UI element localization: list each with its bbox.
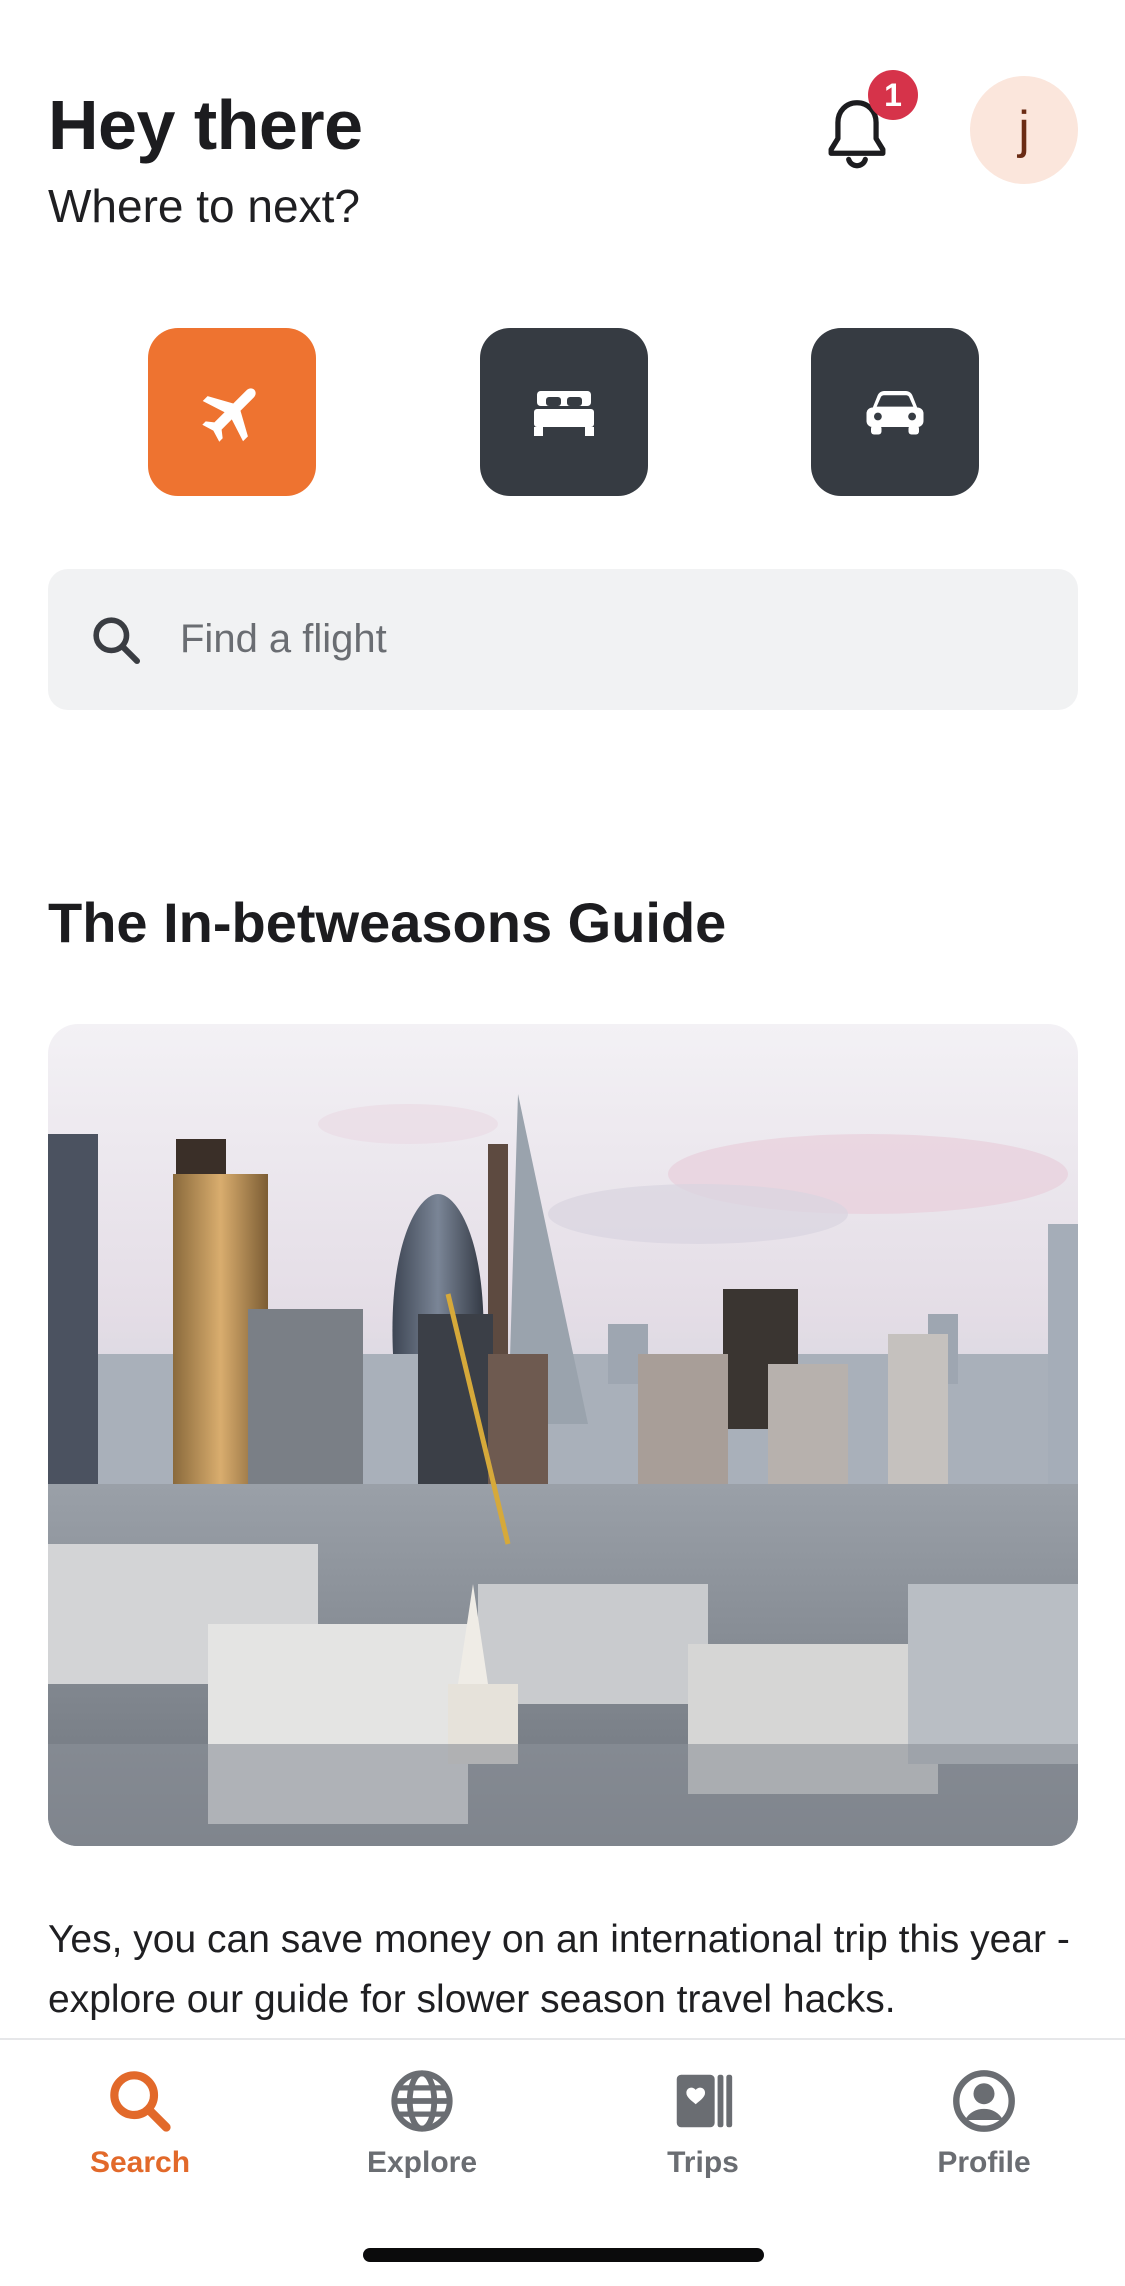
greeting-subtitle: Where to next? — [48, 180, 360, 232]
guide-hero-image[interactable] — [48, 1024, 1078, 1846]
bed-icon — [534, 391, 594, 436]
car-icon — [866, 391, 924, 435]
notification-badge: 1 — [868, 70, 918, 120]
city-skyline-photo — [48, 1024, 1078, 1846]
guide-section-title: The In-betweasons Guide — [48, 891, 727, 954]
search-icon — [110, 2071, 171, 2132]
flights-category-button[interactable] — [148, 328, 316, 496]
tab-explore[interactable]: Explore — [322, 2066, 522, 2180]
hotels-category-button[interactable] — [480, 328, 648, 496]
flight-search-field[interactable]: Find a flight — [48, 569, 1078, 710]
travel-category-row — [0, 328, 1125, 496]
search-icon — [93, 616, 141, 664]
greeting-title: Hey there — [48, 86, 363, 164]
home-indicator — [363, 2248, 764, 2262]
cars-category-button[interactable] — [811, 328, 979, 496]
tab-profile[interactable]: Profile — [884, 2066, 1084, 2180]
profile-icon — [953, 2070, 1015, 2132]
search-placeholder: Find a flight — [180, 617, 387, 661]
tab-label: Explore — [366, 2146, 478, 2179]
guide-description: Yes, you can save money on an internatio… — [48, 1918, 1070, 2021]
tab-label: Profile — [937, 2146, 1031, 2179]
tab-label: Trips — [667, 2146, 739, 2179]
header: Hey there Where to next? — [48, 80, 363, 236]
tab-search[interactable]: Search — [40, 2066, 240, 2180]
tab-trips[interactable]: Trips — [603, 2066, 803, 2180]
trips-icon — [676, 2074, 733, 2128]
tab-label: Search — [89, 2146, 191, 2179]
globe-icon — [391, 2070, 453, 2132]
avatar[interactable]: j — [970, 76, 1078, 184]
airplane-icon — [202, 388, 256, 442]
